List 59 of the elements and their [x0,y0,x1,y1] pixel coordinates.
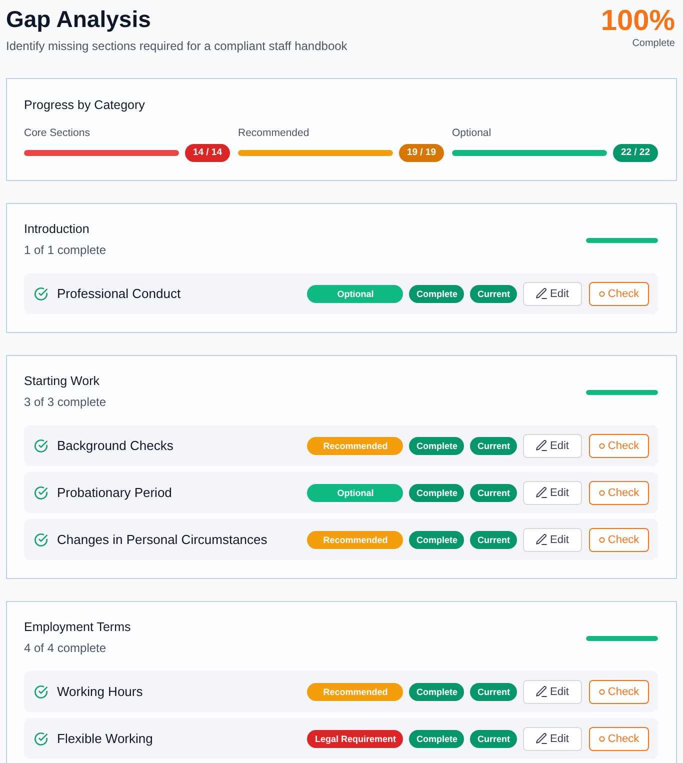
priority-tag: Recommended [307,682,404,700]
edit-button[interactable]: Edit [523,434,582,458]
priority-tag: Legal Requirement [307,730,404,748]
pencil-icon [536,534,548,545]
pencil-icon [536,487,548,498]
status-tag: Complete [409,682,464,700]
category-label: Recommended [238,127,310,140]
priority-tag: Optional [307,284,404,302]
ring-icon [598,290,605,296]
edit-button[interactable]: Edit [523,282,582,306]
version-tag: Current [470,284,517,302]
priority-tag: Recommended [307,436,404,454]
priority-tag: Optional [307,484,404,502]
edit-button[interactable]: Edit [523,726,582,750]
priority-tag: Recommended [307,530,404,548]
status-tag: Complete [409,730,464,748]
version-tag: Current [470,682,517,700]
item-name: Probationary Period [57,485,172,500]
page-subtitle: Identify missing sections required for a compliant staff handbook [6,39,348,54]
completion-percentage: 100% [600,6,675,36]
section-summary: 4 of 4 complete [24,641,108,656]
edit-button[interactable]: Edit [523,680,582,704]
section-title: Employment Terms [24,620,131,635]
version-tag: Current [470,530,517,548]
page-title: Gap Analysis [6,6,152,33]
item-name: Professional Conduct [57,286,181,301]
section-title: Starting Work [24,374,100,389]
ring-icon [598,490,605,496]
version-tag: Current [470,436,517,454]
version-tag: Current [470,484,517,502]
status-tag: Complete [409,436,464,454]
category-label: Optional [452,127,492,140]
section-summary: 1 of 1 complete [24,243,106,258]
item-name: Working Hours [57,684,143,699]
count-badge: 14 / 14 [184,144,230,162]
pencil-icon [536,288,548,299]
count-badge: 22 / 22 [612,144,658,162]
ring-icon [598,688,605,694]
item-name: Changes in Personal Circumstances [57,532,268,547]
category-label: Core Sections [24,127,91,140]
status-tag: Complete [409,484,464,502]
ring-icon [598,736,605,742]
pencil-icon [536,686,548,697]
ring-icon [598,442,605,448]
item-name: Flexible Working [57,731,153,746]
edit-button[interactable]: Edit [523,480,582,504]
panel-title: Progress by Category [24,98,146,113]
status-tag: Complete [409,530,464,548]
status-tag: Complete [409,284,464,302]
section-title: Introduction [24,222,90,237]
ring-icon [598,536,605,542]
section-summary: 3 of 3 complete [24,395,106,410]
pencil-icon [536,440,548,451]
item-name: Background Checks [57,438,174,453]
count-badge: 19 / 19 [398,144,444,162]
completion-label: Complete [632,38,675,50]
edit-button[interactable]: Edit [523,528,582,552]
version-tag: Current [470,730,517,748]
pencil-icon [536,733,548,744]
